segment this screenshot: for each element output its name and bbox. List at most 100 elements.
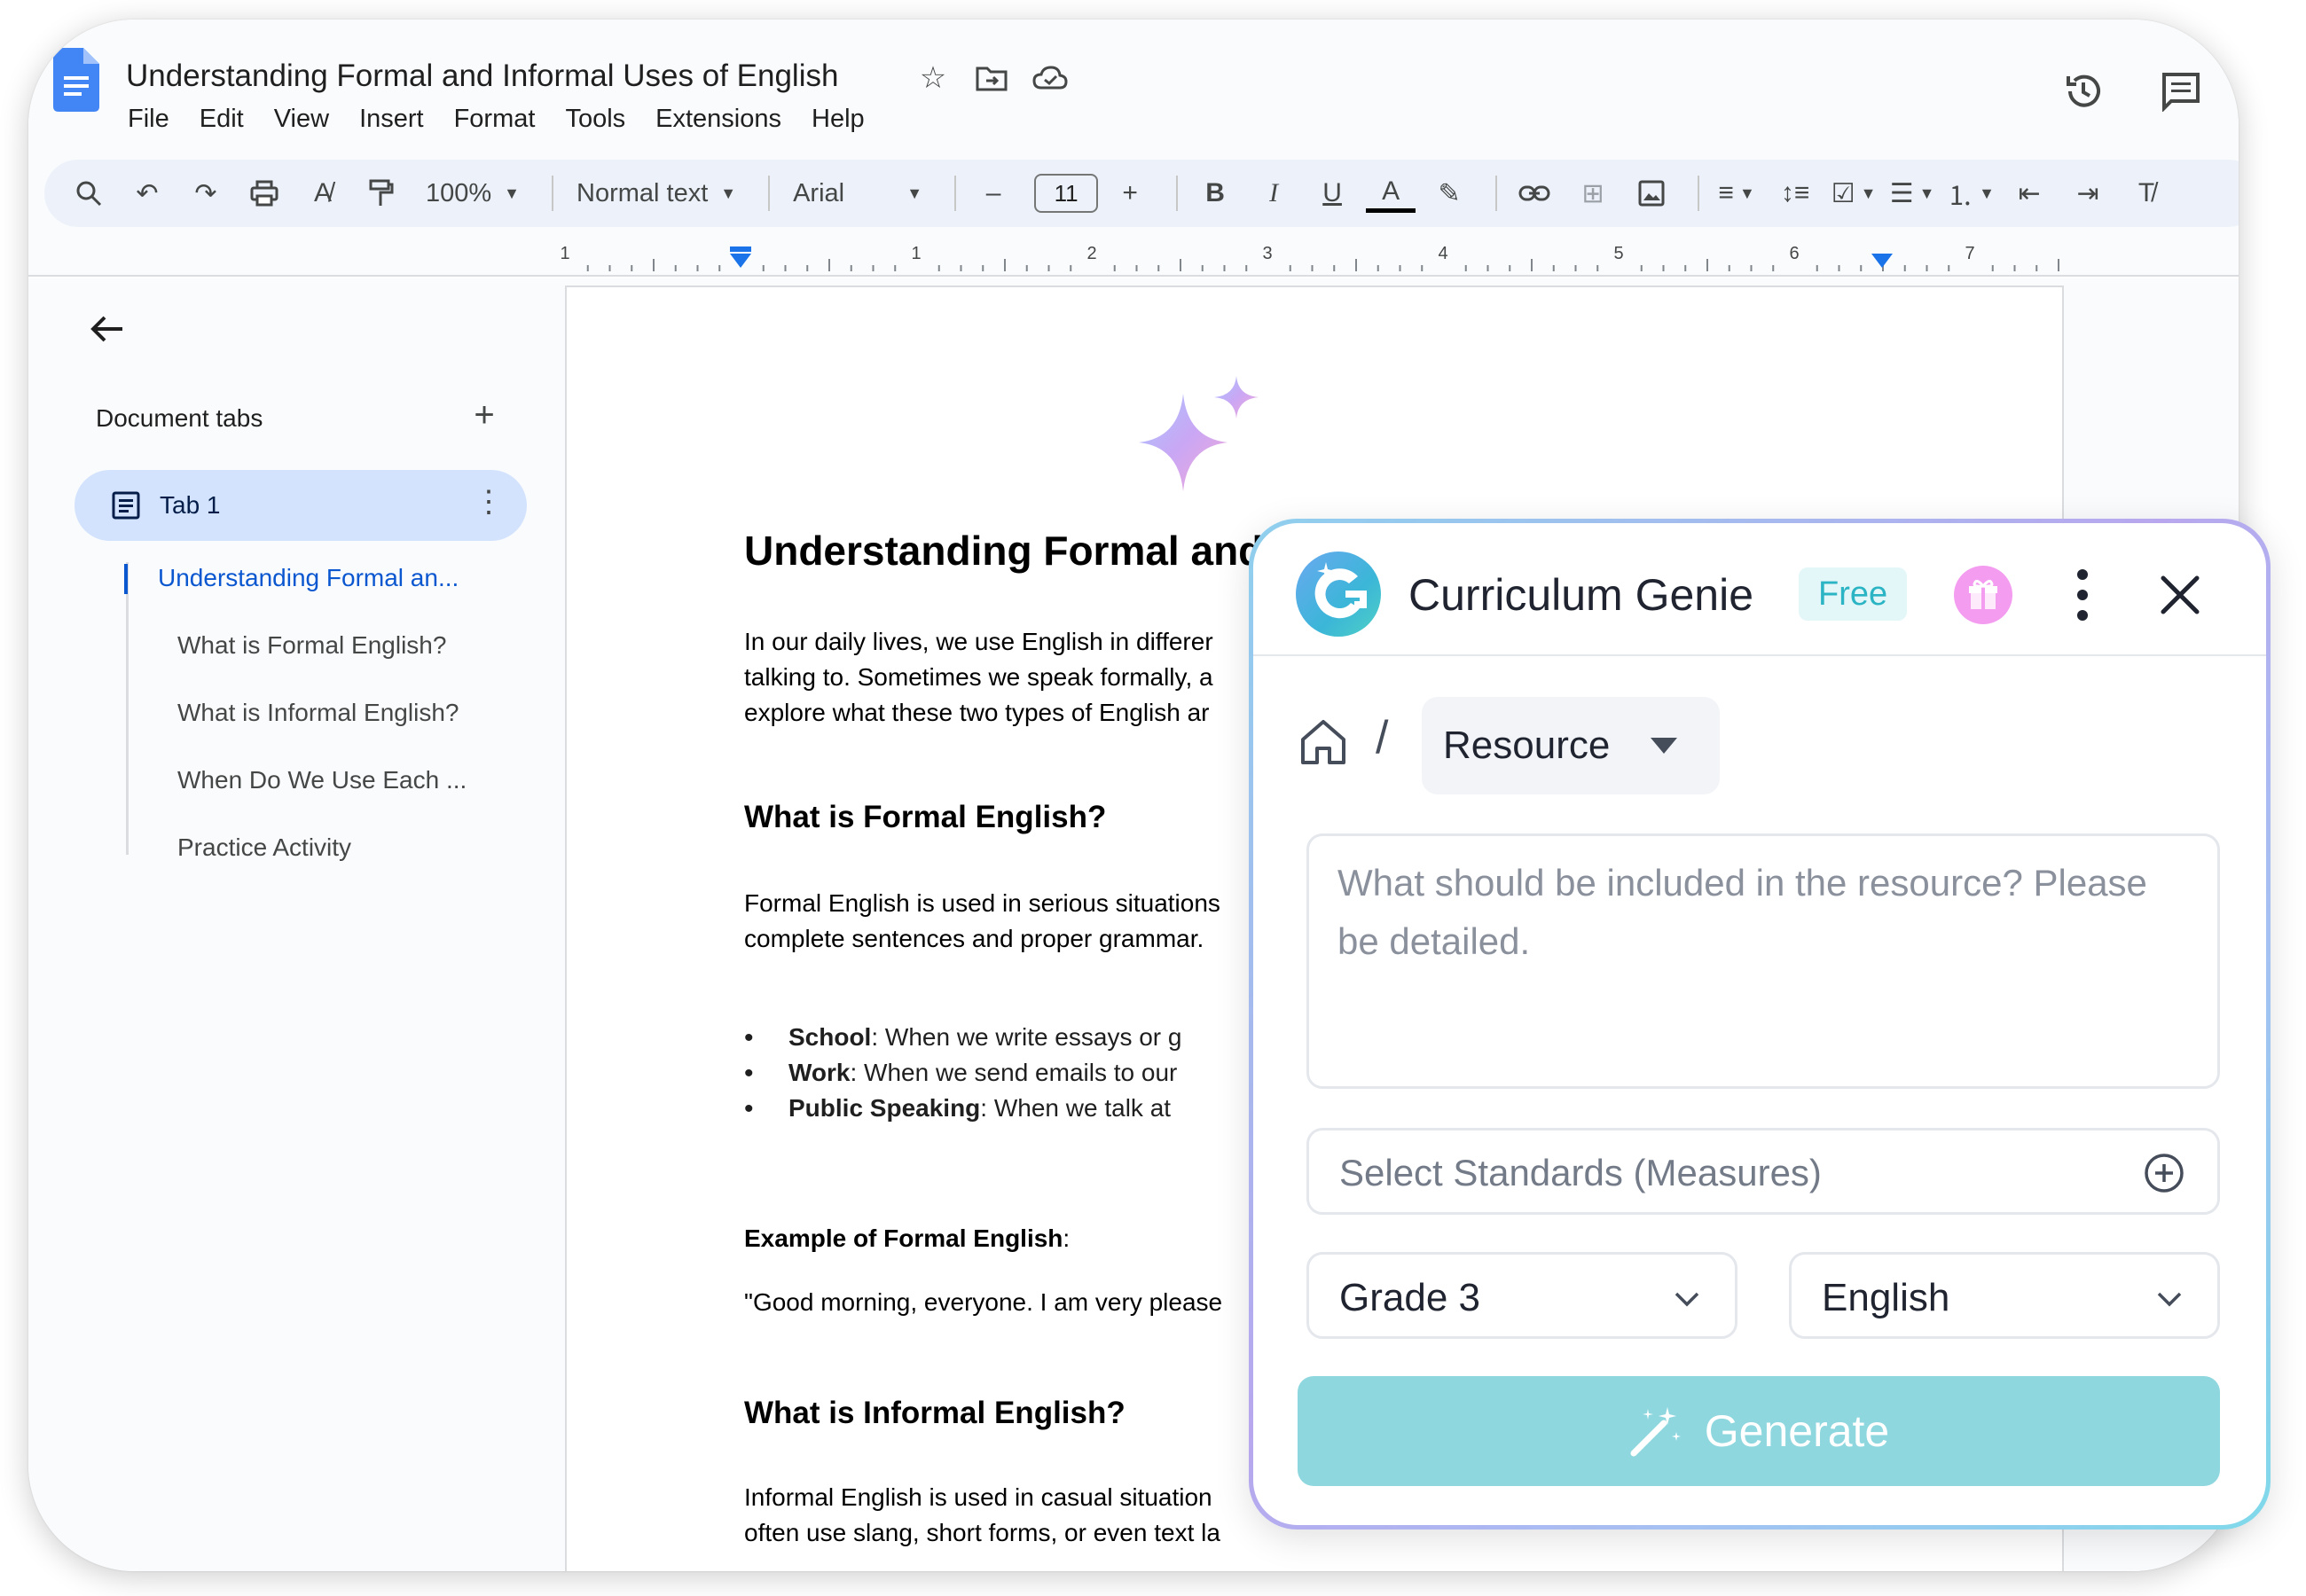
increase-font-size-icon[interactable]: + <box>1105 168 1155 218</box>
print-icon[interactable] <box>239 168 289 218</box>
ruler-number: 4 <box>1438 244 1447 263</box>
paint-format-icon[interactable] <box>357 168 406 218</box>
caret-down-icon <box>1651 738 1677 754</box>
outline-item-informal[interactable]: What is Informal English? <box>177 699 459 727</box>
star-icon[interactable]: ☆ <box>915 60 951 96</box>
genie-header: Curriculum Genie Free <box>1253 523 2266 656</box>
add-tab-icon[interactable]: + <box>465 395 504 434</box>
menu-help[interactable]: Help <box>812 105 865 134</box>
decrease-font-size-icon[interactable]: – <box>969 168 1018 218</box>
tab-1[interactable]: Tab 1 ⋮ <box>75 470 527 541</box>
font-family-select[interactable]: Arial ▼ <box>782 168 933 218</box>
spelling-check-icon[interactable]: A̸ <box>298 168 348 218</box>
left-indent-marker[interactable] <box>730 254 751 268</box>
comments-icon[interactable] <box>2159 69 2203 113</box>
zoom-select[interactable]: 100% ▼ <box>415 168 530 218</box>
tab-options-icon[interactable]: ⋮ <box>474 484 504 520</box>
select-standards-field[interactable]: Select Standards (Measures) <box>1306 1128 2220 1215</box>
undo-icon[interactable]: ↶ <box>122 168 172 218</box>
toolbar-divider <box>954 176 957 211</box>
ruler-tick <box>1684 265 1687 271</box>
google-docs-logo-icon[interactable] <box>53 48 99 112</box>
generate-label: Generate <box>1704 1406 1890 1456</box>
outline-item-when-to-use[interactable]: When Do We Use Each ... <box>177 766 467 794</box>
ruler-tick <box>1180 259 1181 271</box>
resource-type-dropdown[interactable]: Resource <box>1422 697 1720 794</box>
ruler-tick <box>960 265 962 271</box>
subject-select[interactable]: English <box>1789 1252 2220 1339</box>
gift-icon[interactable] <box>1954 566 2012 624</box>
first-line-indent-marker[interactable] <box>730 246 751 252</box>
bold-icon[interactable]: B <box>1190 168 1240 218</box>
generate-button[interactable]: Generate <box>1298 1376 2220 1486</box>
underline-icon[interactable]: U <box>1307 168 1357 218</box>
ruler-tick <box>894 265 897 271</box>
menu-file[interactable]: File <box>128 105 169 134</box>
ruler-tick <box>1223 265 1226 271</box>
increase-indent-icon[interactable]: ⇥ <box>2063 168 2113 218</box>
decrease-indent-icon[interactable]: ⇤ <box>2004 168 2054 218</box>
numbered-list-icon[interactable]: ⒈ ▼ <box>1946 168 1996 218</box>
outline-guide-line <box>126 562 129 855</box>
highlight-color-icon[interactable]: ✎ <box>1424 168 1474 218</box>
clear-formatting-icon[interactable]: T̸ <box>2122 168 2171 218</box>
italic-icon[interactable]: I <box>1249 168 1298 218</box>
document-title[interactable]: Understanding Formal and Informal Uses o… <box>126 59 838 94</box>
close-icon[interactable] <box>2156 571 2204 619</box>
ruler-tick <box>828 259 830 271</box>
paragraph-style-select[interactable]: Normal text ▼ <box>566 168 747 218</box>
chevron-down-icon: ▼ <box>906 184 923 202</box>
bullet-term: Work <box>788 1059 851 1086</box>
cloud-saved-icon[interactable] <box>1032 60 1068 96</box>
add-comment-icon[interactable]: ⊞ <box>1568 168 1618 218</box>
outline-item-practice[interactable]: Practice Activity <box>177 833 351 862</box>
outline-item-formal[interactable]: What is Formal English? <box>177 631 446 660</box>
breadcrumb-separator: / <box>1376 712 1389 763</box>
ruler-tick <box>1201 265 1204 271</box>
insert-image-icon[interactable] <box>1627 168 1676 218</box>
bulleted-list-icon[interactable]: ☰ ▼ <box>1887 168 1937 218</box>
formatting-toolbar: ↶ ↷ A̸ 100% ▼ Normal text ▼ Arial ▼ – 11 + … <box>44 160 2239 227</box>
example-label-colon: : <box>1063 1224 1071 1252</box>
search-menus-icon[interactable] <box>64 168 114 218</box>
menu-bar: File Edit View Insert Format Tools Exten… <box>128 105 865 134</box>
ruler-tick <box>1926 265 1928 271</box>
docs-app-bar: Understanding Formal and Informal Uses o… <box>28 20 2239 277</box>
line-spacing-icon[interactable]: ↕≡ <box>1770 168 1820 218</box>
menu-insert[interactable]: Insert <box>359 105 424 134</box>
font-size-input[interactable]: 11 <box>1034 174 1099 213</box>
checklist-icon[interactable]: ☑ ▼ <box>1829 168 1879 218</box>
ruler-tick <box>1333 265 1336 271</box>
right-indent-marker[interactable] <box>1871 254 1893 268</box>
back-arrow-icon[interactable] <box>87 309 128 349</box>
ruler-number: 2 <box>1086 244 1096 263</box>
outline-item-title[interactable]: Understanding Formal an... <box>158 564 459 592</box>
resource-prompt-input[interactable] <box>1306 833 2220 1089</box>
add-circle-icon[interactable] <box>2143 1152 2185 1194</box>
ruler-tick <box>1245 265 1248 271</box>
insert-link-icon[interactable] <box>1510 168 1559 218</box>
menu-format[interactable]: Format <box>454 105 536 134</box>
ruler-tick <box>1772 265 1775 271</box>
chevron-down-icon <box>2157 1292 2182 1307</box>
text-color-icon[interactable]: A <box>1366 174 1416 213</box>
ruler-tick <box>937 265 940 271</box>
more-options-icon[interactable] <box>2065 564 2100 626</box>
ruler-tick <box>1596 265 1599 271</box>
ruler-tick <box>1289 265 1291 271</box>
chevron-down-icon: ▼ <box>504 184 520 202</box>
redo-icon[interactable]: ↷ <box>181 168 231 218</box>
grade-select[interactable]: Grade 3 <box>1306 1252 1737 1339</box>
move-to-folder-icon[interactable] <box>974 60 1009 96</box>
menu-tools[interactable]: Tools <box>565 105 625 134</box>
menu-extensions[interactable]: Extensions <box>655 105 781 134</box>
version-history-icon[interactable] <box>2061 69 2106 113</box>
menu-view[interactable]: View <box>274 105 329 134</box>
ruler-tick <box>1004 259 1006 271</box>
home-icon[interactable] <box>1298 716 1349 768</box>
ruler-tick <box>653 259 655 271</box>
horizontal-ruler[interactable]: 1 1 2 3 4 5 6 7 <box>28 241 2239 277</box>
menu-edit[interactable]: Edit <box>200 105 244 134</box>
align-left-icon[interactable]: ≡ ▼ <box>1712 168 1761 218</box>
ruler-tick <box>1311 265 1314 271</box>
